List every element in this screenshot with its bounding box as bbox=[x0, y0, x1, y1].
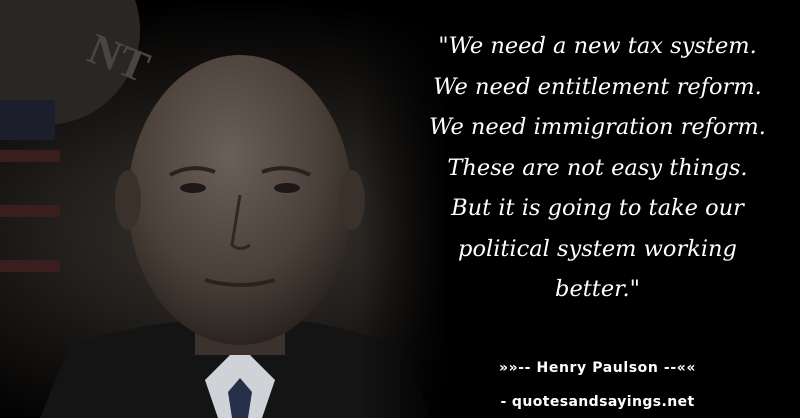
quote-line: But it is going to take our bbox=[451, 195, 744, 221]
quote-author: »»-- Henry Paulson --«« bbox=[498, 360, 697, 376]
source-website: - quotesandsayings.net bbox=[500, 394, 695, 410]
quote-line: "We need a new tax system. bbox=[438, 33, 757, 59]
quote-card: NT "We need a new tax system. We need en… bbox=[0, 0, 800, 418]
quote-line: We need entitlement reform. bbox=[433, 73, 762, 100]
quote-line: political system working bbox=[458, 235, 737, 262]
quote-line: better." bbox=[555, 276, 640, 302]
quote-line: We need immigration reform. bbox=[429, 114, 766, 140]
quote-line: These are not easy things. bbox=[447, 154, 748, 181]
quote-text: "We need a new tax system. We need entit… bbox=[405, 26, 790, 310]
